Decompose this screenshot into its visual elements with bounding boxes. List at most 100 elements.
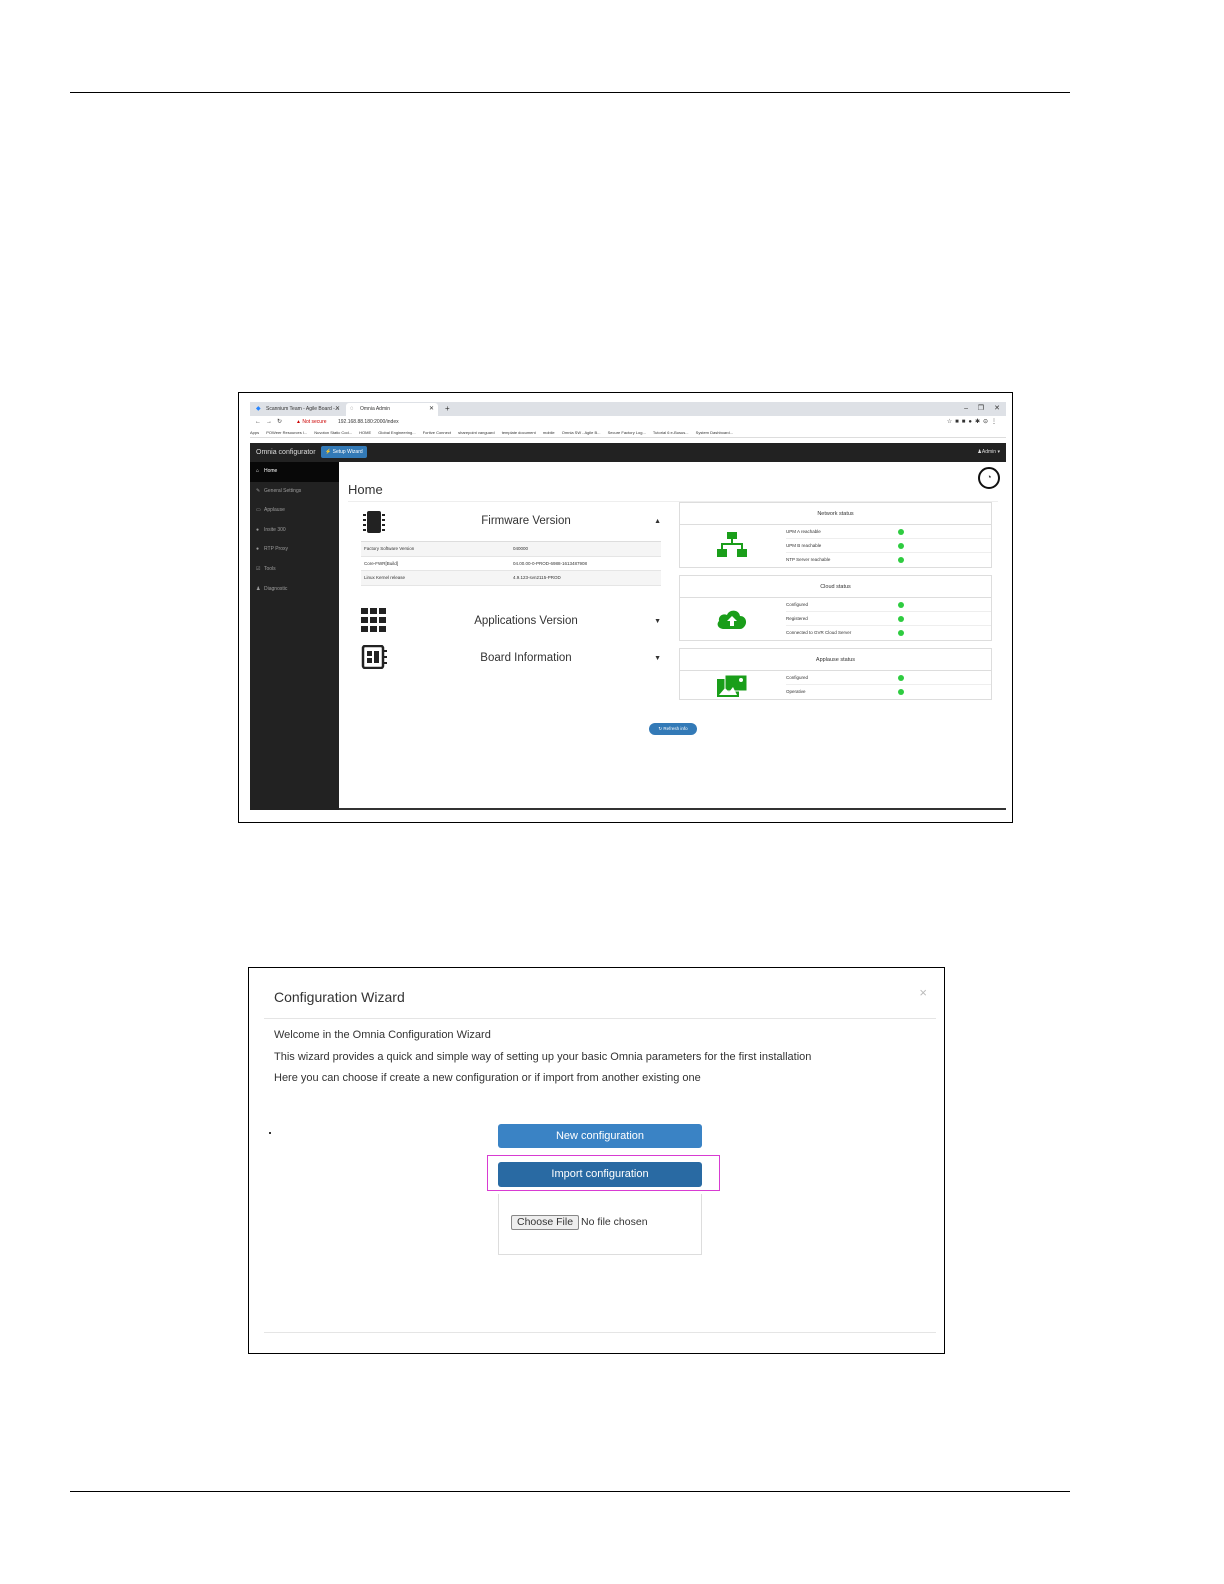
refresh-info-button[interactable]: ↻ Refresh info: [649, 723, 697, 735]
sidebar-item-rtp-proxy[interactable]: ● RTP Proxy: [250, 540, 339, 560]
close-tab-icon[interactable]: ✕: [335, 403, 340, 416]
status-row: Connected to GVR Cloud Server: [786, 626, 991, 640]
brand-title[interactable]: Omnia configurator: [256, 443, 316, 462]
omnia-home-screenshot: ◆ Scannium Team - Agile Board -... ✕ ◌ O…: [238, 392, 1013, 823]
firmware-version-accordion[interactable]: Firmware Version ▲: [361, 508, 661, 538]
bookmark[interactable]: Nuvoton Static Cod...: [314, 430, 352, 435]
network-icon: [717, 532, 747, 557]
bookmark[interactable]: template document: [502, 430, 536, 435]
circle-icon: ●: [256, 526, 260, 533]
cloud-upload-icon: [717, 610, 747, 629]
status-dot: [898, 616, 904, 622]
chip-icon: [363, 511, 385, 533]
window-close-button[interactable]: ✕: [994, 402, 1000, 416]
panel-title: Network status: [680, 503, 991, 525]
sidebar-item-tools[interactable]: ☑ Tools: [250, 560, 339, 580]
page-top-rule: [70, 92, 1070, 93]
bookmark[interactable]: Apps: [250, 430, 259, 435]
setup-wizard-button[interactable]: ⚡ Setup Wizard: [321, 446, 367, 458]
no-file-label: No file chosen: [581, 1216, 648, 1228]
status-dot: [898, 543, 904, 549]
bookmark[interactable]: Tutorial 6 e-Busus...: [653, 430, 689, 435]
content-bottom-border: [339, 808, 1006, 810]
header-divider: [264, 1018, 936, 1019]
bookmark[interactable]: HOME: [359, 430, 371, 435]
wizard-description-text: This wizard provides a quick and simple …: [274, 1051, 812, 1063]
monitor-icon: ▭: [256, 507, 261, 514]
not-secure-badge[interactable]: ▲ Not secure: [296, 416, 327, 428]
refresh-icon: ↻: [658, 726, 663, 731]
status-dot: [898, 557, 904, 563]
chevron-up-icon[interactable]: ▲: [654, 518, 661, 525]
page-title: Home: [348, 482, 383, 497]
dashboard-gauge-icon[interactable]: ◔: [978, 467, 1000, 489]
bookmark[interactable]: POWeer Resources l...: [266, 430, 307, 435]
bookmark[interactable]: Global Engineering...: [378, 430, 415, 435]
stray-dot: [269, 1132, 271, 1134]
footer-divider: [264, 1332, 936, 1333]
choose-file-button[interactable]: Choose File: [511, 1215, 580, 1230]
chevron-down-icon[interactable]: ▼: [654, 655, 661, 662]
url-text[interactable]: 192.168.88.180:2000/index: [338, 416, 399, 428]
browser-tab-scannium[interactable]: ◆ Scannium Team - Agile Board -... ✕: [252, 403, 344, 416]
applications-version-accordion[interactable]: Applications Version ▼: [361, 608, 661, 638]
admin-menu[interactable]: ♟Admin ▾: [977, 443, 1000, 462]
status-dot: [898, 602, 904, 608]
circle-icon: ●: [256, 546, 260, 553]
firmware-table: Factory Software Version 040000 Core-FWR[…: [361, 542, 661, 586]
nav-buttons-icon[interactable]: ←→↻: [255, 416, 287, 428]
import-configuration-button[interactable]: Import configuration: [498, 1162, 702, 1187]
status-row: UPM A reachable: [786, 525, 991, 539]
jira-icon: ◆: [256, 406, 261, 412]
bookmark[interactable]: mobile: [543, 430, 555, 435]
chevron-down-icon[interactable]: ▼: [654, 618, 661, 625]
bookmark[interactable]: Secure Factory Log...: [608, 430, 646, 435]
new-tab-button[interactable]: +: [445, 402, 450, 416]
sidebar-item-diagnostic[interactable]: ♟ Diagnostic: [250, 580, 339, 600]
status-dot: [898, 630, 904, 636]
minimize-button[interactable]: –: [964, 402, 968, 416]
configuration-wizard-screenshot: Configuration Wizard × Welcome in the Om…: [248, 967, 945, 1354]
user-icon: ♟: [256, 585, 261, 592]
status-dot: [898, 529, 904, 535]
close-tab-icon[interactable]: ✕: [429, 403, 434, 416]
status-dot: [898, 675, 904, 681]
browser-tab-strip: ◆ Scannium Team - Agile Board -... ✕ ◌ O…: [250, 402, 1006, 416]
bookmark[interactable]: System Dashboard...: [696, 430, 733, 435]
address-bar[interactable]: ←→↻ ▲ Not secure 192.168.88.180:2000/ind…: [250, 416, 1006, 428]
applications-version-title: Applications Version: [474, 615, 578, 627]
sidebar: ⌂ Home ✎ General Settings ▭ Applause ● Insit…: [250, 462, 339, 810]
bookmarks-bar: Apps POWeer Resources l... Nuvoton Stati…: [250, 428, 1006, 438]
wizard-title: Configuration Wizard: [274, 989, 405, 1005]
restore-button[interactable]: ❐: [978, 402, 984, 416]
file-upload-panel: Choose File No file chosen: [498, 1194, 702, 1255]
applause-status-panel: Applause status Configured Operative: [679, 648, 992, 700]
media-icon: [717, 675, 747, 697]
wizard-choice-text: Here you can choose if create a new conf…: [274, 1072, 701, 1084]
status-row: Operative: [786, 685, 991, 699]
table-row: Core-FWR[Build] 04.00.00-0-PROD-6988-1613…: [361, 557, 661, 571]
sidebar-item-applause[interactable]: ▭ Applause: [250, 501, 339, 521]
wizard-welcome-text: Welcome in the Omnia Configuration Wizar…: [274, 1029, 491, 1041]
sidebar-item-general-settings[interactable]: ✎ General Settings: [250, 482, 339, 502]
firmware-version-title: Firmware Version: [481, 515, 571, 527]
sidebar-item-home[interactable]: ⌂ Home: [250, 462, 339, 482]
sidebar-item-insite-300[interactable]: ● Insite 300: [250, 521, 339, 541]
tab-label: Scannium Team - Agile Board -...: [266, 406, 339, 412]
bolt-icon: ⚡: [325, 449, 332, 455]
close-icon[interactable]: ×: [919, 985, 927, 1000]
network-status-panel: Network status UPM A reachable UPM B rea…: [679, 502, 992, 568]
bookmark[interactable]: Omnia SW - Agile B...: [562, 430, 601, 435]
new-configuration-button[interactable]: New configuration: [498, 1124, 702, 1148]
table-row: Factory Software Version 040000: [361, 542, 661, 557]
bookmark[interactable]: sharepoint vanguard: [458, 430, 494, 435]
board-information-accordion[interactable]: Board Information ▼: [361, 645, 661, 675]
main-content: Home ◔ Firmware Version ▲ Factory Softwa…: [339, 462, 1006, 810]
bookmark[interactable]: Fortive Connect: [423, 430, 451, 435]
browser-tab-omnia[interactable]: ◌ Omnia Admin ✕: [346, 403, 438, 416]
table-row: Linux Kernel release 4.9.123-svn2115-PROD: [361, 571, 661, 586]
status-dot: [898, 689, 904, 695]
status-row: UPM B reachable: [786, 539, 991, 553]
status-row: Registered: [786, 612, 991, 626]
extensions-icon[interactable]: ☆■■●✱⊝⋮: [947, 416, 1000, 428]
